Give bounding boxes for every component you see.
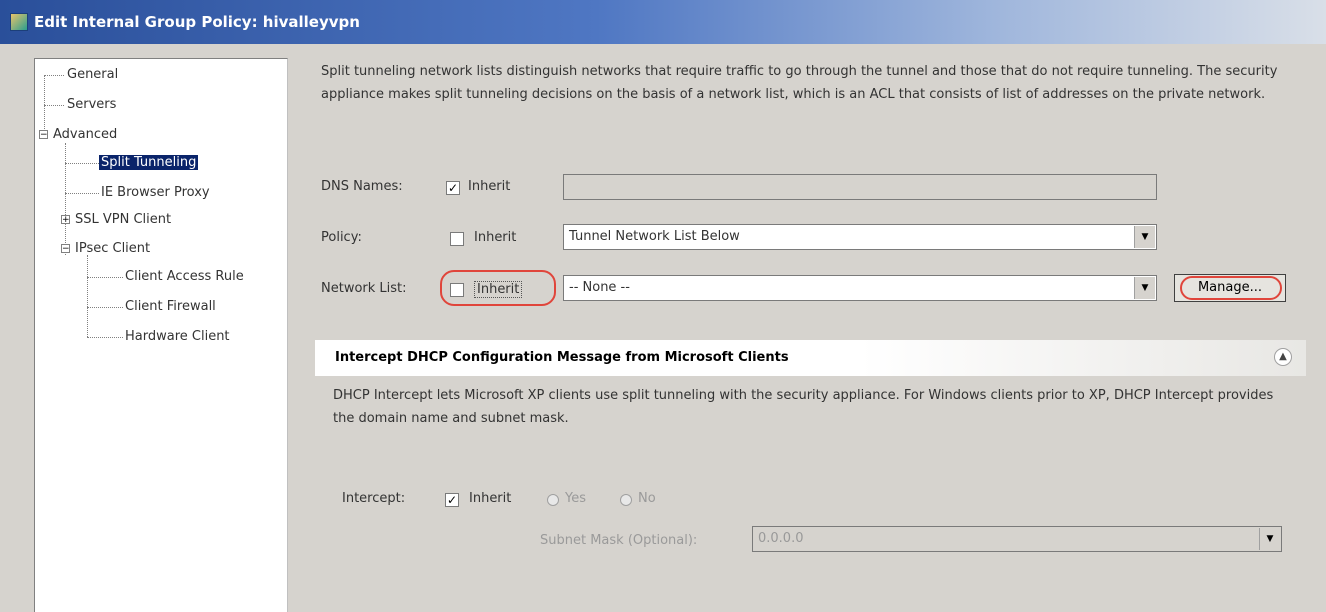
dns-inherit-label: Inherit <box>468 179 511 194</box>
tree-item-ie-browser-proxy[interactable]: IE Browser Proxy <box>99 184 212 202</box>
network-list-select-value: -- None -- <box>569 280 630 295</box>
policy-inherit-checkbox[interactable] <box>450 232 464 246</box>
subnet-mask-select[interactable]: 0.0.0.0 ▼ <box>752 526 1282 552</box>
intercept-inherit-label: Inherit <box>469 491 512 506</box>
tree-connector <box>65 193 99 194</box>
network-list-select[interactable]: -- None -- ▼ <box>563 275 1157 301</box>
tree-item-servers[interactable]: Servers <box>65 96 118 114</box>
title-bar: Edit Internal Group Policy: hivalleyvpn <box>0 0 1326 44</box>
intercept-yes-label: Yes <box>565 491 586 506</box>
subnet-mask-label: Subnet Mask (Optional): <box>540 533 698 548</box>
tree-connector <box>65 163 99 164</box>
app-icon <box>10 13 28 31</box>
window-title: Edit Internal Group Policy: hivalleyvpn <box>34 13 360 31</box>
collapse-expander-icon[interactable]: − <box>39 130 48 140</box>
section-header: Intercept DHCP Configuration Message fro… <box>315 340 1306 376</box>
tree-item-label: IPsec Client <box>75 241 151 256</box>
policy-select-value: Tunnel Network List Below <box>569 229 740 244</box>
section-title: Intercept DHCP Configuration Message fro… <box>335 350 789 365</box>
tree-item-label: General <box>67 67 119 82</box>
intercept-label: Intercept: <box>342 491 406 506</box>
tree-item-ipsec-client[interactable]: − IPsec Client <box>61 240 152 258</box>
nav-tree: General Servers − Advanced Split Tunnelin… <box>34 58 288 612</box>
tree-connector <box>44 75 64 76</box>
tree-connector <box>87 307 123 308</box>
tree-item-label: IE Browser Proxy <box>101 185 210 200</box>
dhcp-intercept-section: Intercept DHCP Configuration Message fro… <box>315 340 1306 611</box>
network-list-label: Network List: <box>321 281 407 296</box>
tree-item-label: Client Firewall <box>125 299 216 314</box>
dns-names-field[interactable] <box>563 174 1157 200</box>
page-description: Split tunneling network lists distinguis… <box>321 64 1278 102</box>
tree-item-label: Split Tunneling <box>99 155 199 170</box>
tree-item-ssl-vpn-client[interactable]: + SSL VPN Client <box>61 211 173 229</box>
tree-item-hardware-client[interactable]: Hardware Client <box>123 328 232 346</box>
intercept-no-radio[interactable] <box>620 494 632 506</box>
dropdown-arrow-icon[interactable]: ▼ <box>1134 226 1155 248</box>
dropdown-arrow-icon[interactable]: ▼ <box>1259 528 1280 550</box>
tree-item-label: Advanced <box>53 127 118 142</box>
dns-inherit-checkbox[interactable]: ✓ <box>446 181 460 195</box>
tree-connector <box>87 255 88 337</box>
tree-item-client-firewall[interactable]: Client Firewall <box>123 298 218 316</box>
dropdown-arrow-icon[interactable]: ▼ <box>1134 277 1155 299</box>
highlight-oval <box>440 270 556 306</box>
expand-expander-icon[interactable]: + <box>61 215 70 225</box>
tree-connector <box>44 105 64 106</box>
tree-item-label: SSL VPN Client <box>75 212 172 227</box>
policy-select[interactable]: Tunnel Network List Below ▼ <box>563 224 1157 250</box>
tree-connector <box>65 143 66 255</box>
dns-names-label: DNS Names: <box>321 179 403 194</box>
intercept-yes-radio[interactable] <box>547 494 559 506</box>
tree-item-label: Client Access Rule <box>125 269 244 284</box>
collapse-expander-icon[interactable]: − <box>61 244 70 254</box>
tree-connector <box>87 337 123 338</box>
tree-item-label: Hardware Client <box>125 329 230 344</box>
subnet-mask-value: 0.0.0.0 <box>758 531 804 546</box>
policy-label: Policy: <box>321 230 362 245</box>
tree-item-advanced[interactable]: − Advanced <box>39 126 119 144</box>
tree-connector <box>87 277 123 278</box>
highlight-oval <box>1180 276 1282 300</box>
tree-item-client-access-rule[interactable]: Client Access Rule <box>123 268 246 286</box>
intercept-no-label: No <box>638 491 656 506</box>
collapse-icon[interactable]: ▲ <box>1274 348 1292 366</box>
tree-item-split-tunneling[interactable]: Split Tunneling <box>99 154 199 172</box>
tree-item-label: Servers <box>67 97 117 112</box>
tree-item-general[interactable]: General <box>65 66 120 84</box>
policy-inherit-label: Inherit <box>474 230 517 245</box>
intercept-inherit-checkbox[interactable]: ✓ <box>445 493 459 507</box>
dhcp-description: DHCP Intercept lets Microsoft XP clients… <box>333 388 1274 426</box>
